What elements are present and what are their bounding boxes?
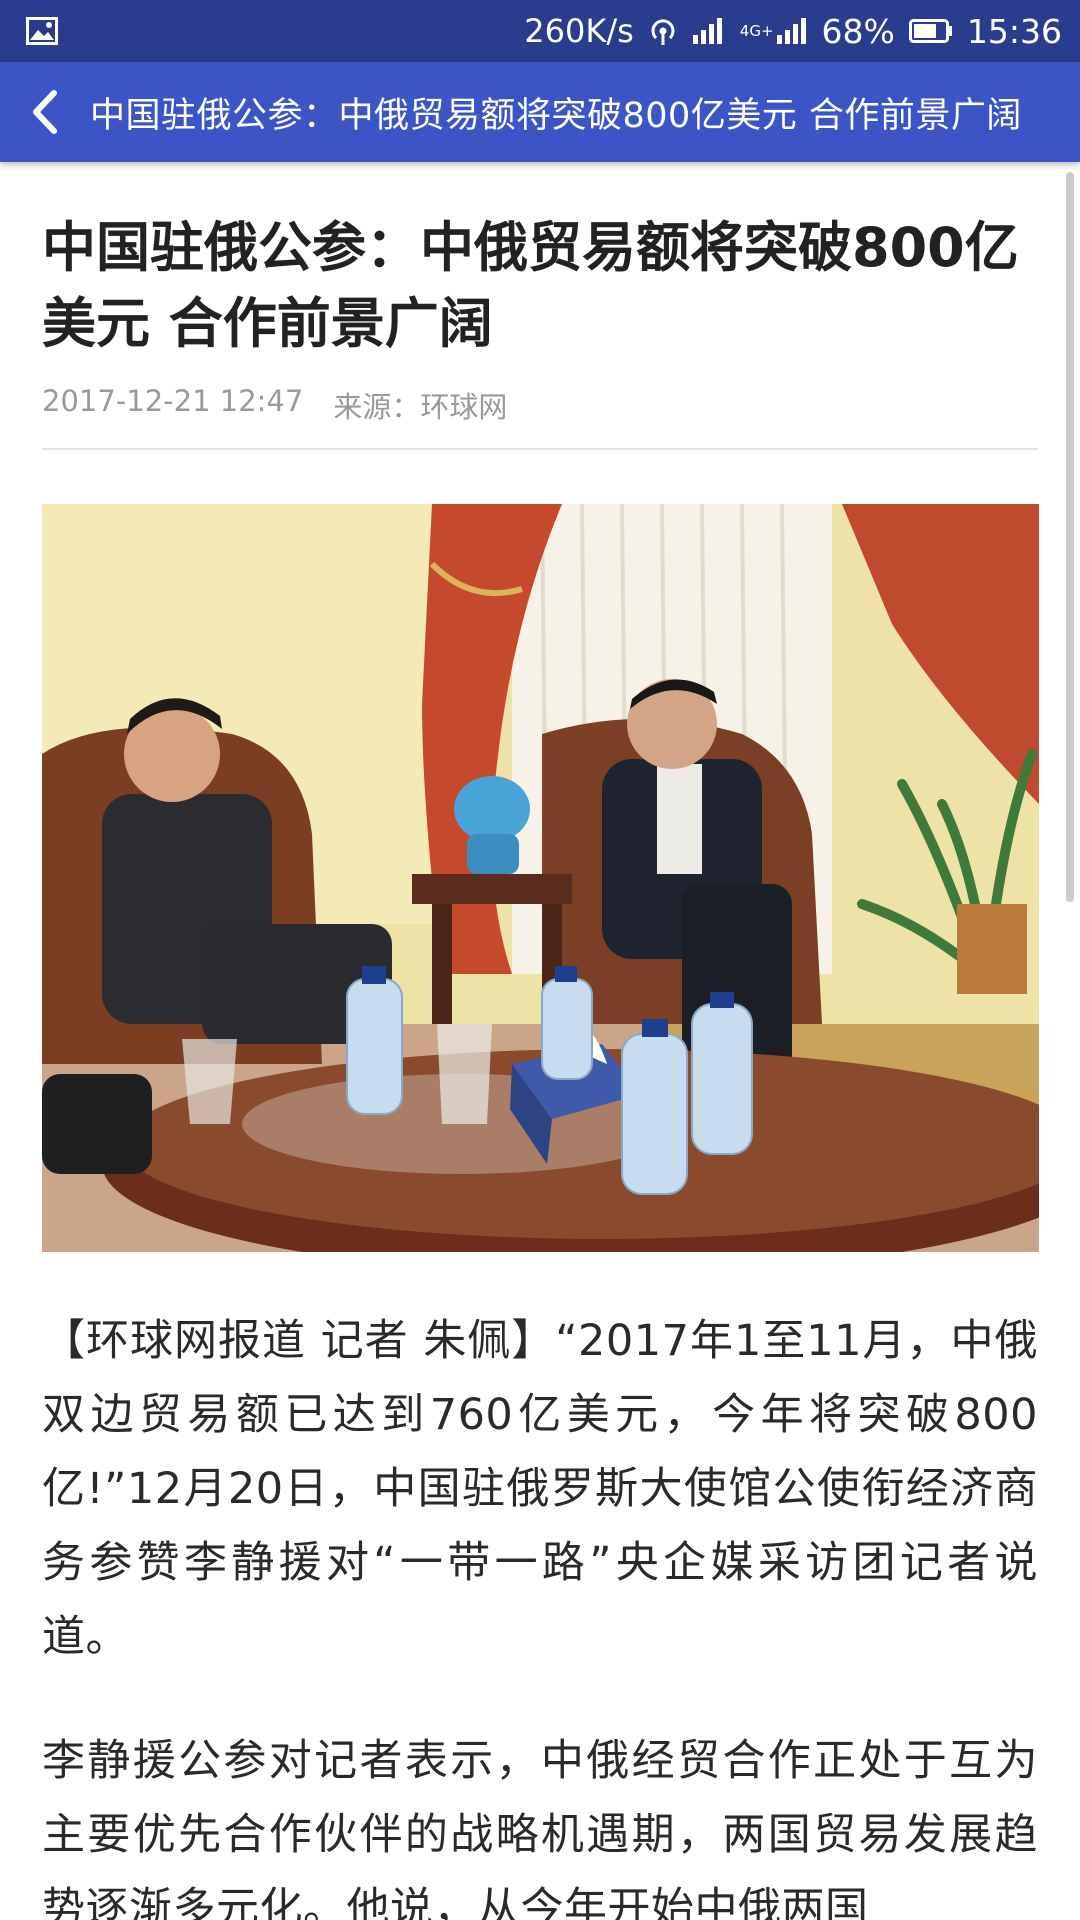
- article-photo[interactable]: [42, 504, 1039, 1252]
- hotspot-icon: [648, 16, 678, 46]
- chevron-left-icon: [33, 90, 57, 134]
- article-scroll-area[interactable]: 中国驻俄公参：中俄贸易额将突破800亿美元 合作前景广阔 2017-12-21 …: [0, 162, 1080, 1920]
- toolbar-title: 中国驻俄公参：中俄贸易额将突破800亿美元 合作前景广阔: [90, 95, 1022, 136]
- signal-icon: [692, 17, 726, 45]
- article-source: 来源：环球网: [333, 390, 508, 424]
- image-icon: [26, 17, 58, 45]
- publish-date: 2017-12-21 12:47: [42, 384, 304, 418]
- toolbar: 中国驻俄公参：中俄贸易额将突破800亿美元 合作前景广阔: [0, 62, 1080, 162]
- network-type-label: 4G+: [739, 21, 774, 40]
- status-bar: 260K/s 4G+ 68% 15:36: [0, 0, 1080, 62]
- article-title: 中国驻俄公参：中俄贸易额将突破800亿美元 合作前景广阔: [42, 216, 1019, 355]
- battery-percent: 68%: [821, 11, 895, 51]
- article-paragraph: 李静援公参对记者表示，中俄经贸合作正处于互为主要优先合作伙伴的战略机遇期，两国贸…: [42, 1736, 1038, 1920]
- article: 中国驻俄公参：中俄贸易额将突破800亿美元 合作前景广阔 2017-12-21 …: [0, 210, 1080, 1920]
- article-meta: 2017-12-21 12:47 来源：环球网: [42, 384, 1038, 450]
- article-paragraph: 【环球网报道 记者 朱佩】“2017年1至11月，中俄双边贸易额已达到760亿美…: [42, 1316, 1038, 1662]
- back-button[interactable]: [0, 62, 90, 162]
- scrollbar[interactable]: [1066, 172, 1074, 902]
- signal-4g-icon: 4G+: [740, 17, 808, 45]
- net-speed: 260K/s: [524, 12, 634, 50]
- clock: 15:36: [966, 11, 1062, 51]
- battery-icon: [908, 19, 953, 43]
